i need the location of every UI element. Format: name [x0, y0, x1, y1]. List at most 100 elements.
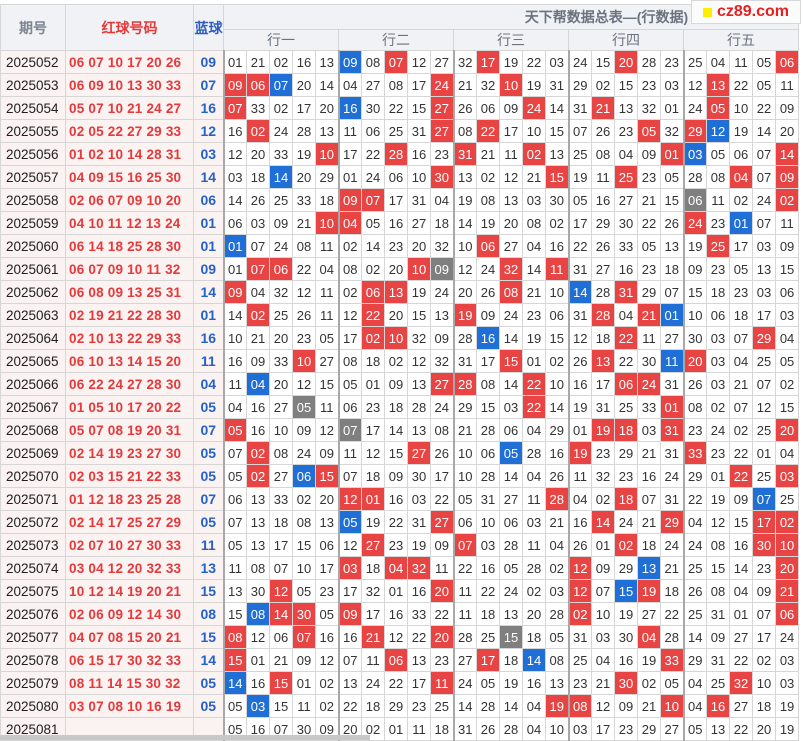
number-cell: 05	[292, 579, 316, 603]
number-cell: 24	[637, 372, 661, 396]
number-cell: 02	[246, 119, 270, 143]
number-cell: 15	[499, 349, 523, 373]
number-cell: 07	[246, 257, 270, 281]
number-cell: 29	[567, 73, 592, 97]
number-cell: 21	[452, 73, 477, 97]
number-cell: 18	[660, 257, 684, 281]
number-cell: 18	[361, 349, 385, 373]
number-cell: 13	[337, 671, 362, 695]
number-cell: 13	[452, 165, 477, 189]
number-cell: 27	[361, 533, 385, 557]
number-cell: 16	[614, 257, 638, 281]
number-cell: 11	[315, 303, 339, 327]
number-cell: 25	[269, 303, 293, 327]
number-cell: 06	[361, 119, 385, 143]
logo-square-icon	[702, 7, 712, 17]
number-cell: 31	[660, 418, 684, 442]
blue-ball-cell: 01	[193, 303, 224, 327]
number-cell: 09	[706, 625, 730, 649]
number-cell: 12	[567, 556, 592, 580]
number-cell: 09	[384, 372, 408, 396]
number-cell: 02	[337, 234, 362, 258]
number-cell: 22	[522, 50, 546, 74]
period-cell: 2025079	[0, 671, 66, 695]
number-cell: 31	[660, 487, 684, 511]
red-balls-cell: 06 10 13 14 15 20	[65, 349, 194, 373]
number-cell: 31	[567, 96, 592, 120]
number-cell: 26	[545, 464, 569, 488]
number-cell: 11	[292, 694, 316, 718]
number-cell: 31	[452, 142, 477, 166]
number-cell: 03	[222, 165, 247, 189]
horizontal-scrollbar[interactable]	[0, 735, 370, 740]
number-cell: 28	[452, 372, 477, 396]
number-cell: 11	[337, 119, 362, 143]
number-cell: 25	[682, 50, 707, 74]
number-cell: 32	[430, 234, 454, 258]
number-cell: 16	[337, 625, 362, 649]
number-cell: 20	[522, 602, 546, 626]
number-cell: 09	[774, 234, 800, 258]
blue-ball-cell: 05	[193, 694, 224, 718]
number-cell: 08	[567, 694, 592, 718]
number-cell: 05	[222, 464, 247, 488]
number-cell: 23	[430, 648, 454, 672]
number-cell: 07	[337, 464, 362, 488]
number-cell: 14	[499, 694, 523, 718]
number-cell: 18	[660, 579, 684, 603]
number-cell: 17	[315, 556, 339, 580]
red-balls-cell: 06 14 18 25 28 30	[65, 234, 194, 258]
number-cell: 02	[729, 418, 753, 442]
number-cell: 09	[337, 50, 362, 74]
period-cell: 2025077	[0, 625, 66, 649]
number-cell: 08	[246, 556, 270, 580]
number-cell: 19	[567, 165, 592, 189]
group-header-5: 行五	[682, 29, 800, 51]
table-row: 2025076 02 06 09 12 14 30 08 15 08 14 30 05 09 17…	[0, 602, 800, 626]
number-cell: 02	[614, 533, 638, 557]
number-cell: 09	[774, 165, 800, 189]
number-cell: 27	[269, 464, 293, 488]
number-cell: 19	[522, 326, 546, 350]
number-cell: 20	[315, 487, 339, 511]
number-cell: 26	[660, 211, 684, 235]
period-cell: 2025054	[0, 96, 66, 120]
red-balls-cell: 02 10 13 22 29 33	[65, 326, 194, 350]
number-cell: 12	[706, 510, 730, 534]
number-cell: 05	[499, 441, 523, 465]
number-cell: 03	[499, 395, 523, 419]
table-row: 2025078 06 15 17 30 32 33 14 15 01 21 09 12 07 11…	[0, 648, 800, 672]
number-cell: 12	[246, 625, 270, 649]
number-cell: 12	[706, 119, 730, 143]
period-cell: 2025069	[0, 441, 66, 465]
number-cell: 02	[246, 441, 270, 465]
number-cell: 17	[269, 533, 293, 557]
number-cell: 07	[752, 211, 776, 235]
number-cell: 19	[292, 142, 316, 166]
number-cell: 10	[292, 349, 316, 373]
number-cell: 21	[591, 671, 615, 695]
number-cell: 22	[729, 441, 753, 465]
table-row: 2025060 06 14 18 25 28 30 01 01 07 24 08 11 02 14…	[0, 234, 800, 258]
number-cell: 28	[522, 556, 546, 580]
number-cell: 13	[545, 671, 569, 695]
number-cell: 24	[476, 257, 500, 281]
number-cell: 13	[315, 50, 339, 74]
number-cell: 03	[752, 280, 776, 304]
number-cell: 09	[246, 349, 270, 373]
site-logo[interactable]: cz89.com	[691, 0, 801, 24]
number-cell: 01	[292, 671, 316, 695]
number-cell: 21	[729, 372, 753, 396]
number-cell: 13	[246, 533, 270, 557]
number-cell: 07	[384, 50, 408, 74]
number-cell: 26	[430, 441, 454, 465]
number-cell: 16	[567, 372, 592, 396]
number-cell: 14	[499, 372, 523, 396]
number-cell: 22	[637, 211, 661, 235]
number-cell: 15	[222, 602, 247, 626]
number-cell: 06	[292, 464, 316, 488]
number-cell: 31	[407, 119, 431, 143]
number-cell: 08	[682, 395, 707, 419]
number-cell: 23	[706, 211, 730, 235]
number-cell: 02	[269, 96, 293, 120]
